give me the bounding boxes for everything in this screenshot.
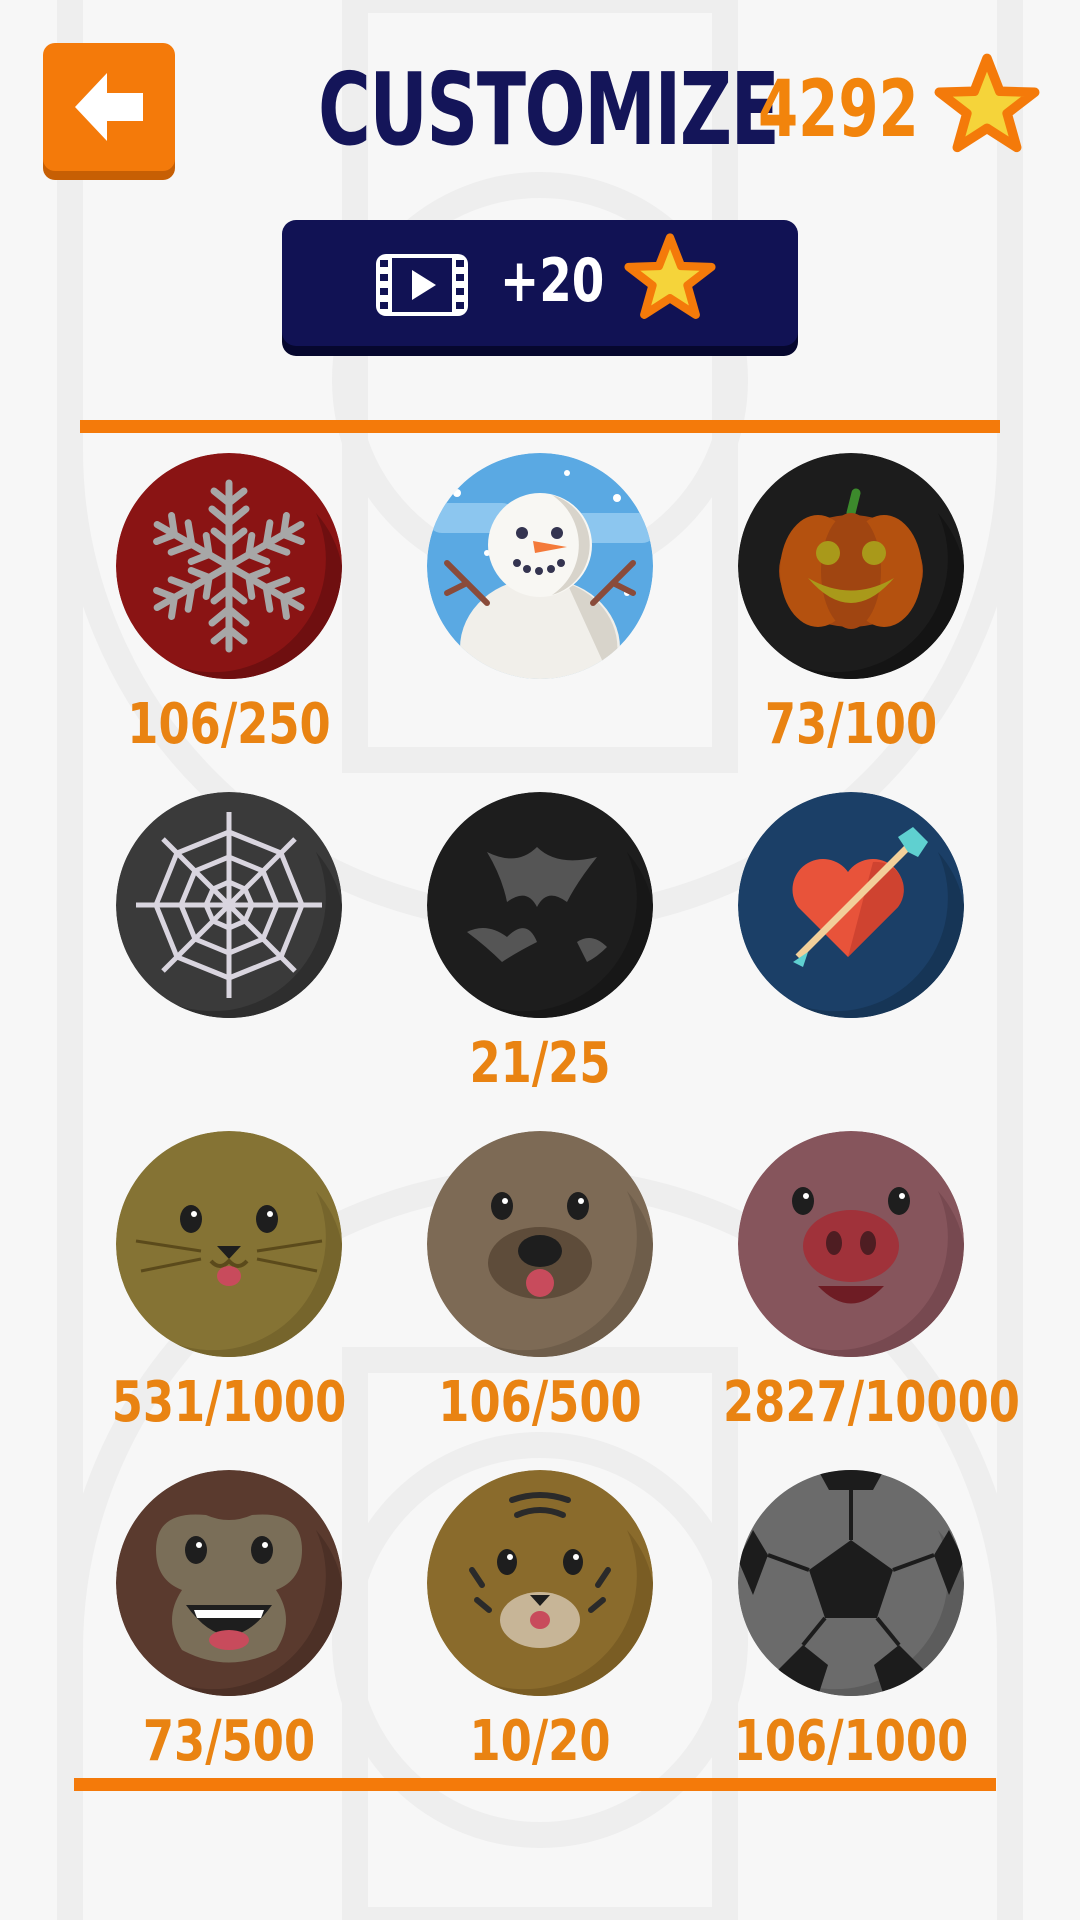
skin-snowman[interactable]: [427, 453, 653, 679]
skin-spider-web[interactable]: [116, 792, 342, 1018]
page-title: CUSTOMIZE: [318, 51, 780, 168]
skin-pig[interactable]: [738, 1131, 964, 1357]
skin-progress: 21/25: [469, 1031, 611, 1096]
skin-progress: 106/500: [438, 1370, 642, 1435]
skin-soccer-ball[interactable]: [738, 1470, 964, 1696]
skin-monkey[interactable]: [116, 1470, 342, 1696]
skin-progress: 73/100: [764, 692, 938, 757]
coin-balance: 4292: [758, 65, 919, 155]
skin-progress: 106/250: [127, 692, 331, 757]
star-icon: [624, 232, 716, 329]
skin-progress: 531/1000: [111, 1370, 347, 1435]
star-icon: [934, 52, 1040, 163]
skin-tiger[interactable]: [427, 1470, 653, 1696]
video-play-icon: [374, 252, 470, 323]
skin-progress: 106/1000: [733, 1709, 969, 1774]
back-button[interactable]: [43, 43, 175, 171]
skin-seal[interactable]: [116, 1131, 342, 1357]
skin-pumpkin[interactable]: [738, 453, 964, 679]
watch-video-button[interactable]: +20: [282, 220, 798, 346]
skin-snowflake[interactable]: [116, 453, 342, 679]
skin-bats[interactable]: [427, 792, 653, 1018]
skin-progress: 10/20: [469, 1709, 611, 1774]
skin-progress: 73/500: [142, 1709, 316, 1774]
video-reward-label: +20: [500, 246, 605, 316]
skin-heart-arrow[interactable]: [738, 792, 964, 1018]
skin-otter[interactable]: [427, 1131, 653, 1357]
divider-top: [80, 420, 1000, 433]
skin-progress: 2827/10000: [723, 1370, 1020, 1435]
divider-bottom: [74, 1778, 996, 1791]
